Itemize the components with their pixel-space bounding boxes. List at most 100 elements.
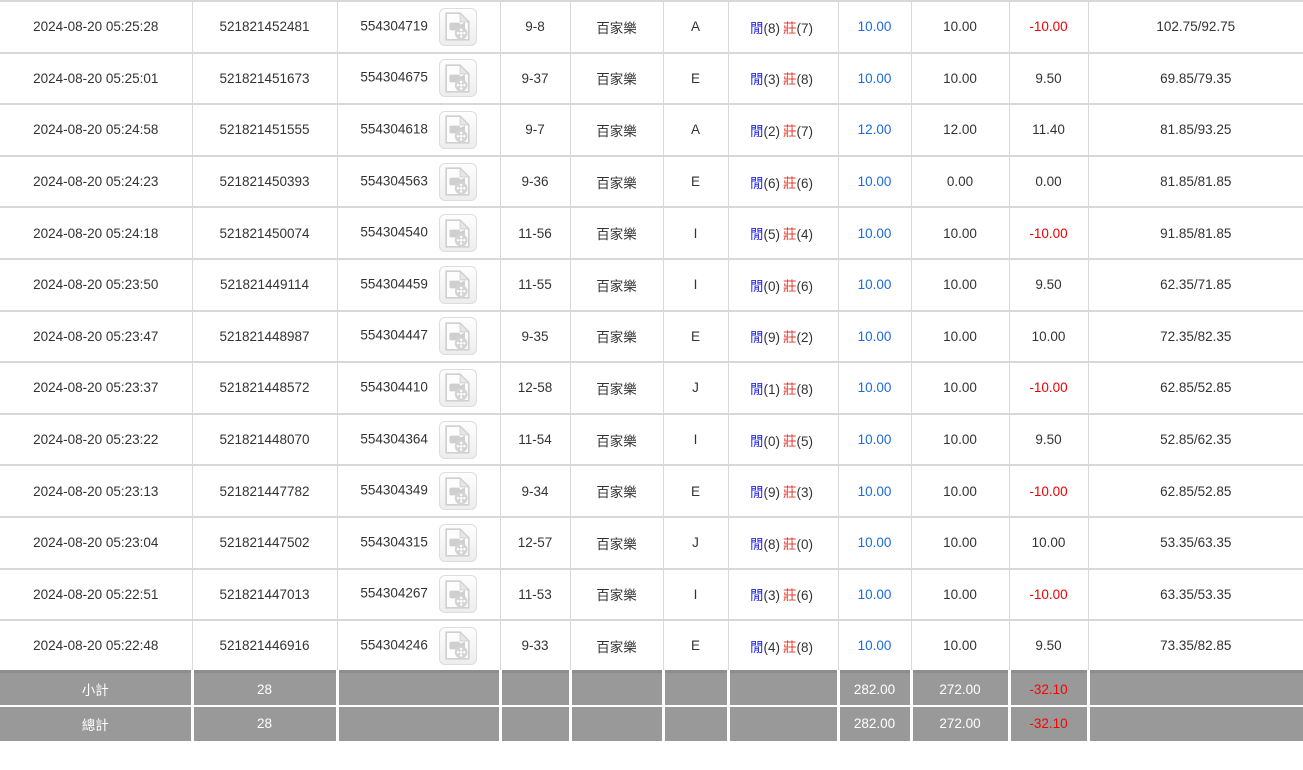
- table-round-cell: 11-53: [500, 568, 571, 622]
- bet-amount-link[interactable]: 10.00: [858, 484, 892, 499]
- table-round-cell: 9-34: [500, 465, 571, 518]
- video-replay-button[interactable]: [438, 7, 477, 46]
- table-code-cell: E: [663, 155, 729, 209]
- video-replay-button[interactable]: [438, 317, 477, 356]
- balance-cell: 69.85/79.35: [1088, 52, 1303, 106]
- bet-id-cell: 521821447782: [192, 465, 338, 518]
- win-loss-value: 10.00: [1031, 328, 1066, 344]
- balance-cell: 81.85/81.85: [1088, 155, 1303, 209]
- bet-time: 2024-08-20 05:24:18: [33, 225, 159, 241]
- balance-cell: 63.35/53.35: [1088, 568, 1303, 622]
- balance-cell: 91.85/81.85: [1088, 207, 1303, 260]
- video-replay-button[interactable]: [438, 59, 477, 98]
- round-id-cell: 554304719: [337, 1, 501, 54]
- bet-amount-link[interactable]: 10.00: [858, 638, 892, 653]
- bet-amount-link[interactable]: 10.00: [858, 174, 892, 189]
- bet-id: 521821448572: [219, 380, 310, 396]
- bet-amount-cell: 10.00: [838, 413, 912, 467]
- banker-points: (2): [796, 330, 814, 346]
- win-loss-cell: -10.00: [1009, 207, 1089, 260]
- balance-value: 81.85/81.85: [1160, 174, 1232, 190]
- game-type: 百家樂: [596, 639, 637, 655]
- bet-id: 521821452481: [219, 19, 310, 35]
- game-type: 百家樂: [596, 330, 637, 346]
- win-loss-value: 9.50: [1035, 432, 1062, 448]
- bet-amount-link[interactable]: 10.00: [858, 226, 892, 241]
- table-code-cell: A: [663, 104, 729, 157]
- bet-id: 521821448070: [219, 432, 310, 448]
- banker-label: 莊: [783, 175, 797, 191]
- bet-amount-link[interactable]: 10.00: [858, 277, 892, 292]
- round-id-cell: 554304410: [337, 362, 501, 415]
- round-id: 554304410: [360, 379, 428, 395]
- bet-time: 2024-08-20 05:23:13: [33, 483, 159, 499]
- table-code-cell: J: [663, 516, 729, 570]
- game-type-cell: 百家樂: [570, 1, 664, 54]
- bet-time-cell: 2024-08-20 05:23:04: [0, 516, 193, 570]
- table-round: 11-56: [518, 225, 552, 241]
- video-replay-button[interactable]: [438, 110, 477, 149]
- table-row: 2024-08-20 05:22:48 521821446916 5543042…: [0, 620, 1303, 673]
- bet-amount-cell: 10.00: [838, 207, 912, 260]
- valid-amount-cell: 0.00: [911, 155, 1010, 209]
- bet-amount-link[interactable]: 10.00: [858, 71, 892, 86]
- win-loss-value: -10.00: [1029, 586, 1068, 602]
- video-replay-button[interactable]: [438, 214, 477, 253]
- balance-value: 62.35/71.85: [1160, 277, 1232, 293]
- valid-amount: 10.00: [943, 535, 977, 551]
- game-type-cell: 百家樂: [570, 310, 664, 364]
- balance-value: 69.85/79.35: [1160, 70, 1232, 86]
- summary-bet-total-cell: 282.00: [838, 706, 913, 741]
- bet-amount-link[interactable]: 10.00: [858, 432, 892, 447]
- bet-amount-link[interactable]: 10.00: [858, 587, 892, 602]
- bet-id-cell: 521821448070: [192, 413, 338, 467]
- result-cell: 閒(8) 莊(7): [728, 1, 839, 54]
- bet-amount-cell: 10.00: [838, 258, 912, 312]
- table-round-cell: 11-56: [500, 207, 571, 260]
- bet-amount-cell: 10.00: [838, 620, 912, 673]
- balance-value: 62.85/52.85: [1160, 380, 1232, 396]
- player-points: (2): [763, 123, 781, 139]
- summary-bet-total-cell: 282.00: [838, 670, 913, 708]
- bet-time: 2024-08-20 05:23:04: [33, 535, 159, 551]
- bet-amount-link[interactable]: 10.00: [858, 380, 892, 395]
- player-label: 閒: [750, 485, 764, 501]
- valid-amount: 10.00: [943, 70, 977, 86]
- video-replay-button[interactable]: [438, 523, 477, 562]
- summary-empty-cell: [1088, 706, 1303, 741]
- bet-amount-link[interactable]: 10.00: [858, 19, 892, 34]
- bet-id-cell: 521821450393: [192, 155, 338, 209]
- table-round-cell: 9-37: [500, 52, 571, 106]
- video-replay-button[interactable]: [438, 162, 477, 201]
- bet-amount-link[interactable]: 10.00: [858, 535, 892, 550]
- valid-amount: 10.00: [943, 432, 977, 448]
- video-replay-button[interactable]: [438, 472, 477, 511]
- video-file-icon: [445, 12, 471, 41]
- video-replay-button[interactable]: [438, 265, 477, 304]
- bet-amount-link[interactable]: 12.00: [858, 122, 892, 137]
- video-replay-button[interactable]: [438, 575, 477, 614]
- table-body: 2024-08-20 05:25:28 521821452481 5543047…: [0, 1, 1303, 741]
- game-type-cell: 百家樂: [570, 568, 664, 622]
- bet-amount-link[interactable]: 10.00: [858, 329, 892, 344]
- valid-amount: 10.00: [943, 328, 977, 344]
- valid-amount-cell: 10.00: [911, 310, 1010, 364]
- win-loss-value: -10.00: [1029, 380, 1068, 396]
- video-replay-button[interactable]: [438, 626, 477, 665]
- result-cell: 閒(4) 莊(8): [728, 620, 839, 673]
- valid-amount-cell: 10.00: [911, 207, 1010, 260]
- summary-valid-total-cell: 272.00: [911, 670, 1011, 708]
- result-cell: 閒(9) 莊(2): [728, 310, 839, 364]
- table-row: 2024-08-20 05:25:01 521821451673 5543046…: [0, 52, 1303, 106]
- video-file-icon: [445, 528, 471, 557]
- bet-time: 2024-08-20 05:23:37: [33, 380, 159, 396]
- summary-empty-cell: [728, 670, 840, 708]
- win-loss-value: 0.00: [1035, 174, 1062, 190]
- result-cell: 閒(8) 莊(0): [728, 516, 839, 570]
- video-replay-button[interactable]: [438, 420, 477, 459]
- video-replay-button[interactable]: [438, 368, 477, 407]
- summary-count: 28: [256, 681, 273, 697]
- table-round-cell: 12-58: [500, 362, 571, 415]
- bet-time-cell: 2024-08-20 05:22:51: [0, 568, 193, 622]
- player-label: 閒: [750, 175, 764, 191]
